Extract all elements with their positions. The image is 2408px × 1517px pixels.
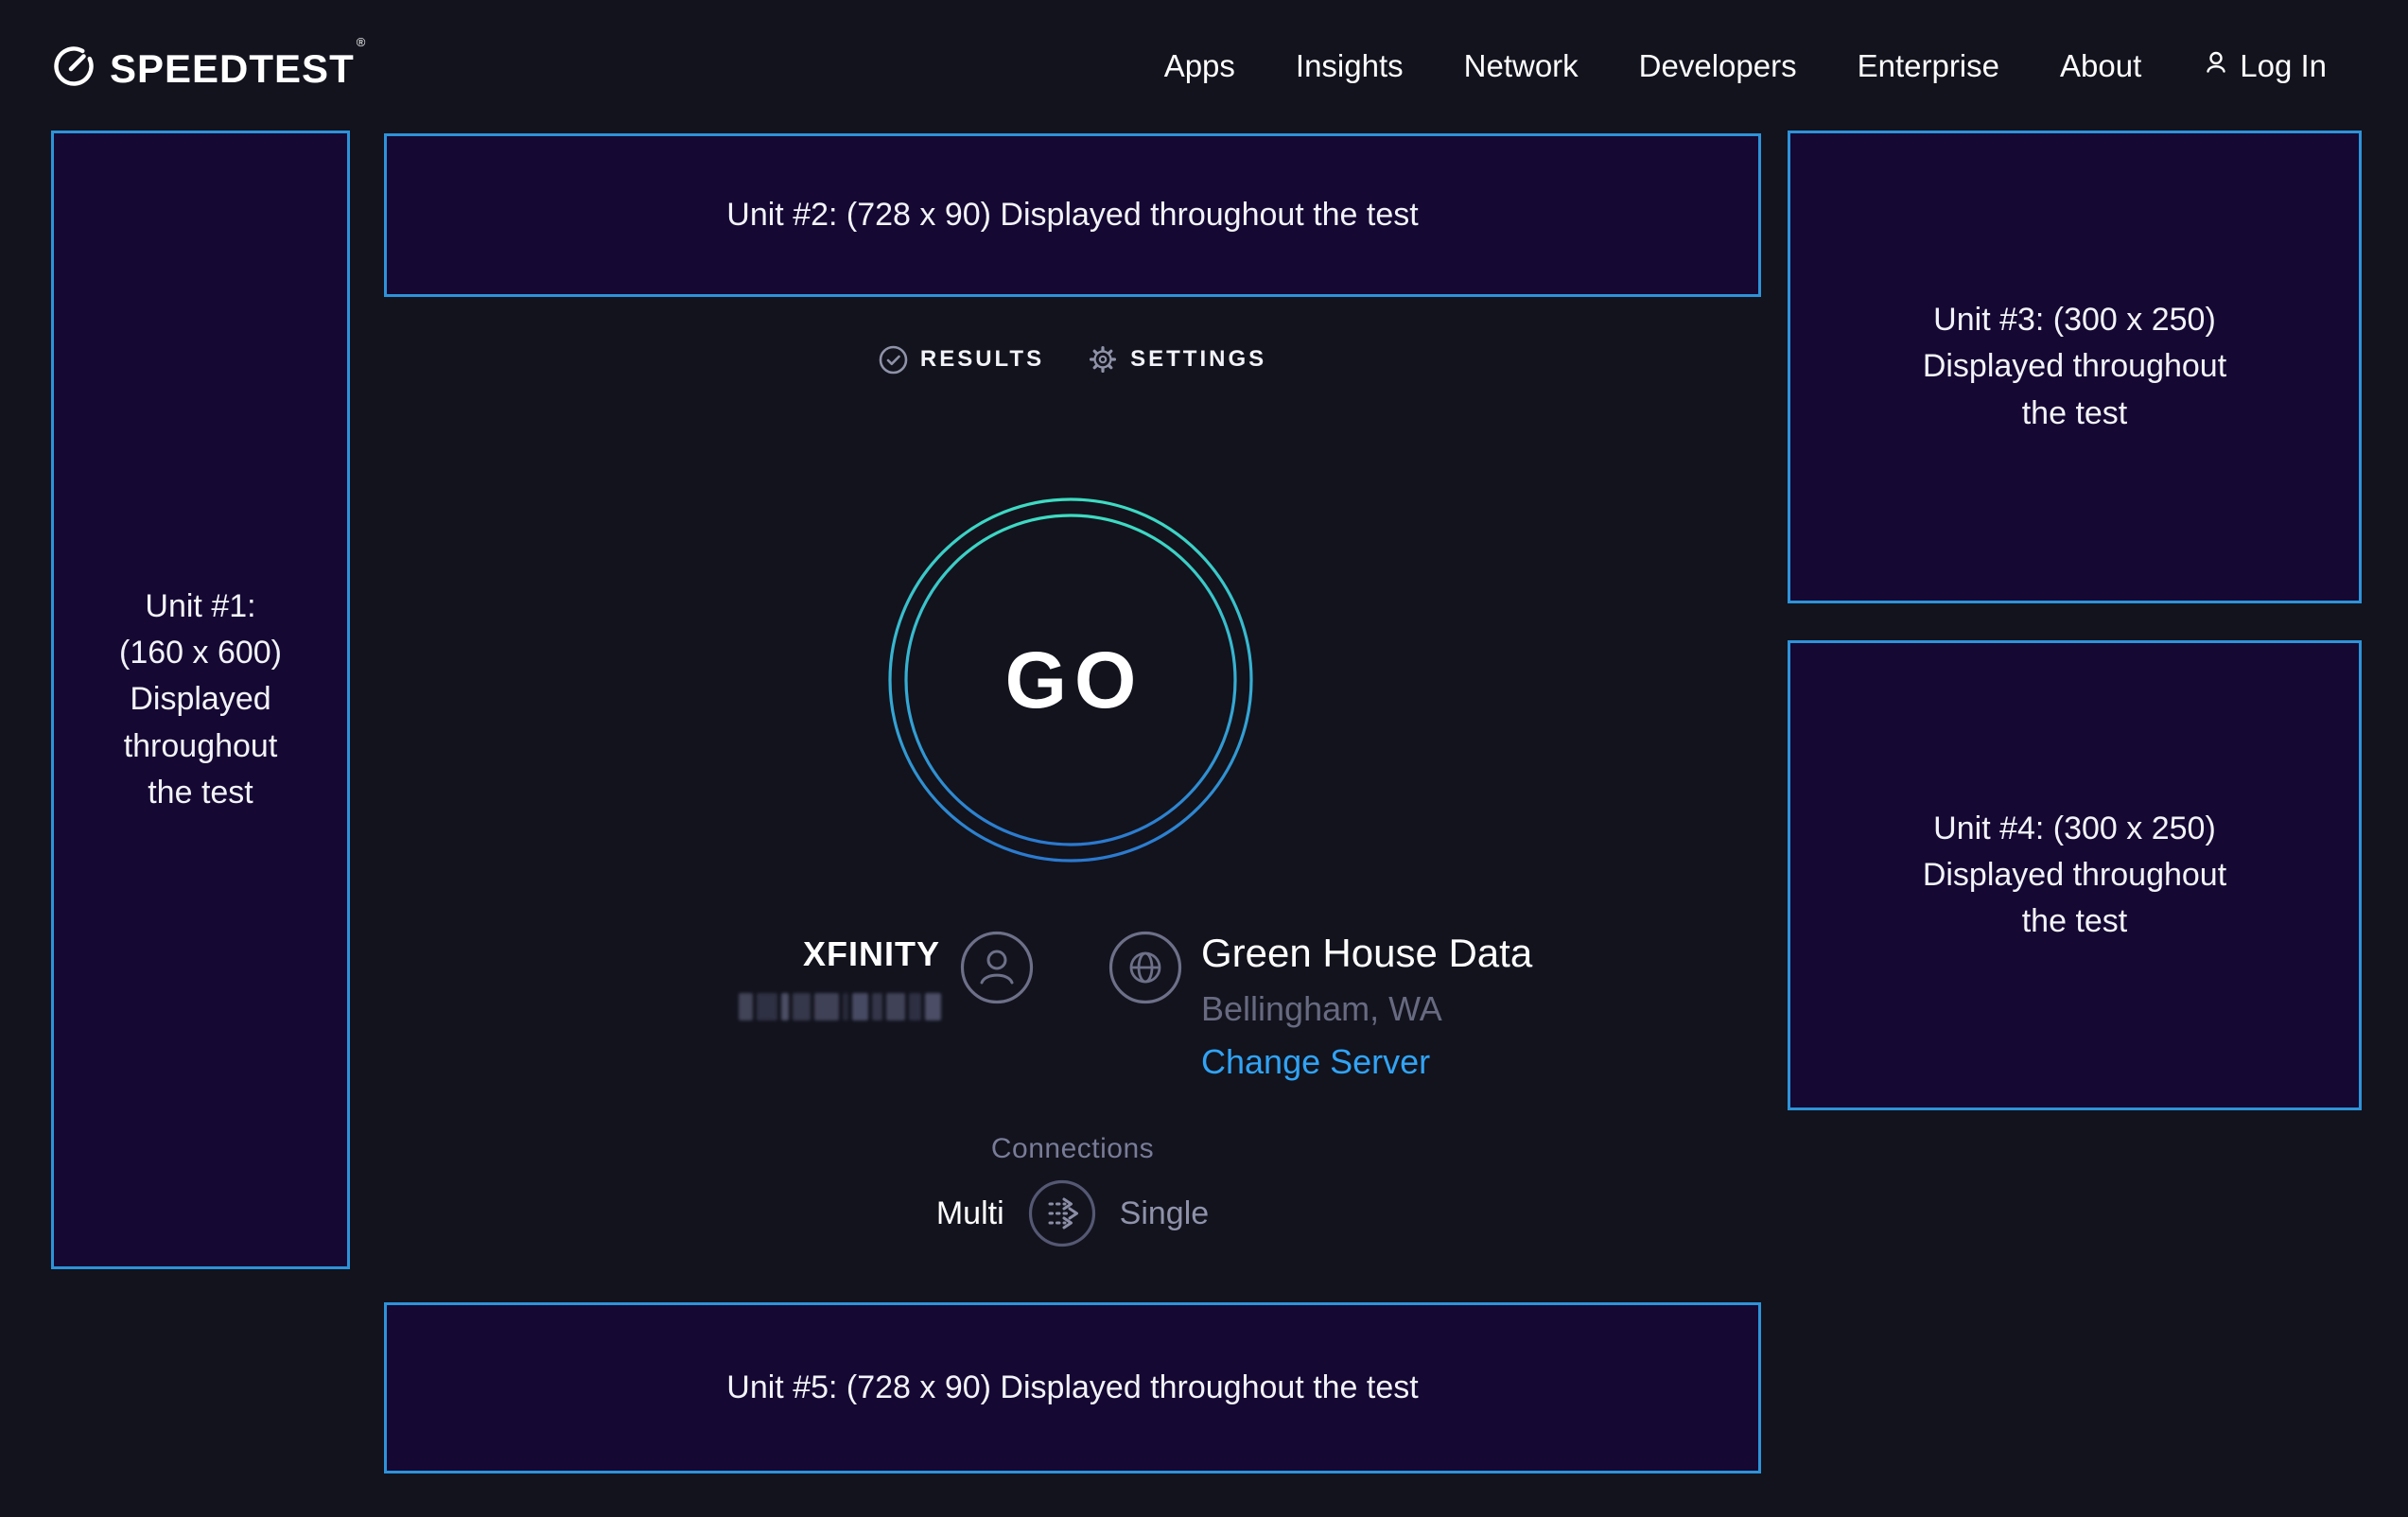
nav-item-about[interactable]: About: [2060, 48, 2141, 84]
server-name: Green House Data: [1201, 932, 1532, 975]
ad-unit-3-text: Unit #3: (300 x 250) Displayed throughou…: [1923, 297, 2226, 437]
nav-item-insights[interactable]: Insights: [1296, 48, 1404, 84]
ad-unit-1-skyscraper[interactable]: Unit #1: (160 x 600) Displayed throughou…: [51, 131, 350, 1269]
login-label: Log In: [2240, 48, 2327, 84]
connections-single-option[interactable]: Single: [1120, 1195, 1210, 1232]
isp-user-icon: [960, 931, 1034, 1004]
server-location: Bellingham, WA: [1201, 990, 1532, 1028]
ad-unit-5-leaderboard[interactable]: Unit #5: (728 x 90) Displayed throughout…: [384, 1302, 1761, 1473]
logo-wordmark: SPEEDTEST®: [110, 46, 364, 92]
server-globe-icon: [1108, 931, 1182, 1004]
nav-item-enterprise[interactable]: Enterprise: [1858, 48, 1999, 84]
change-server-link[interactable]: Change Server: [1201, 1043, 1532, 1081]
server-info: Green House Data Bellingham, WA Change S…: [1201, 932, 1532, 1081]
tab-settings[interactable]: SETTINGS: [1088, 344, 1266, 375]
tab-settings-label: SETTINGS: [1130, 346, 1266, 373]
speedtest-page: SPEEDTEST® Apps Insights Network Develop…: [0, 0, 2408, 1517]
nav-item-apps[interactable]: Apps: [1164, 48, 1235, 84]
ad-unit-2-leaderboard[interactable]: Unit #2: (728 x 90) Displayed throughout…: [384, 133, 1761, 297]
isp-name: XFINITY: [700, 934, 940, 974]
isp-detail-redacted: [739, 993, 941, 1020]
tab-results[interactable]: RESULTS: [879, 344, 1044, 375]
top-nav: Apps Insights Network Developers Enterpr…: [1164, 40, 2327, 93]
go-button-label: GO: [888, 497, 1253, 863]
ad-unit-4-rectangle[interactable]: Unit #4: (300 x 250) Displayed throughou…: [1788, 640, 2362, 1110]
gauge-logo-icon: [51, 44, 96, 94]
ad-unit-2-text: Unit #2: (728 x 90) Displayed throughout…: [726, 192, 1418, 238]
nav-item-developers[interactable]: Developers: [1639, 48, 1797, 84]
user-icon: [2202, 48, 2230, 84]
ad-unit-1-text: Unit #1: (160 x 600) Displayed throughou…: [119, 584, 282, 816]
ad-unit-3-rectangle[interactable]: Unit #3: (300 x 250) Displayed throughou…: [1788, 131, 2362, 603]
nav-item-network[interactable]: Network: [1464, 48, 1579, 84]
connections-label: Connections: [384, 1133, 1761, 1165]
trademark-symbol: ®: [357, 35, 367, 49]
login-button[interactable]: Log In: [2202, 48, 2327, 84]
go-button[interactable]: GO: [888, 497, 1253, 863]
ad-unit-4-text: Unit #4: (300 x 250) Displayed throughou…: [1923, 806, 2226, 946]
connections-multi-option[interactable]: Multi: [936, 1195, 1004, 1232]
check-circle-icon: [879, 345, 908, 375]
connections-toggle-row: Multi Single: [384, 1179, 1761, 1247]
tab-bar: RESULTS SETTINGS: [384, 344, 1761, 375]
connections-mode-icon[interactable]: [1028, 1179, 1096, 1247]
ad-unit-5-text: Unit #5: (728 x 90) Displayed throughout…: [726, 1365, 1418, 1411]
speedtest-logo[interactable]: SPEEDTEST®: [51, 44, 364, 94]
gear-icon: [1088, 344, 1118, 375]
tab-results-label: RESULTS: [920, 346, 1044, 373]
